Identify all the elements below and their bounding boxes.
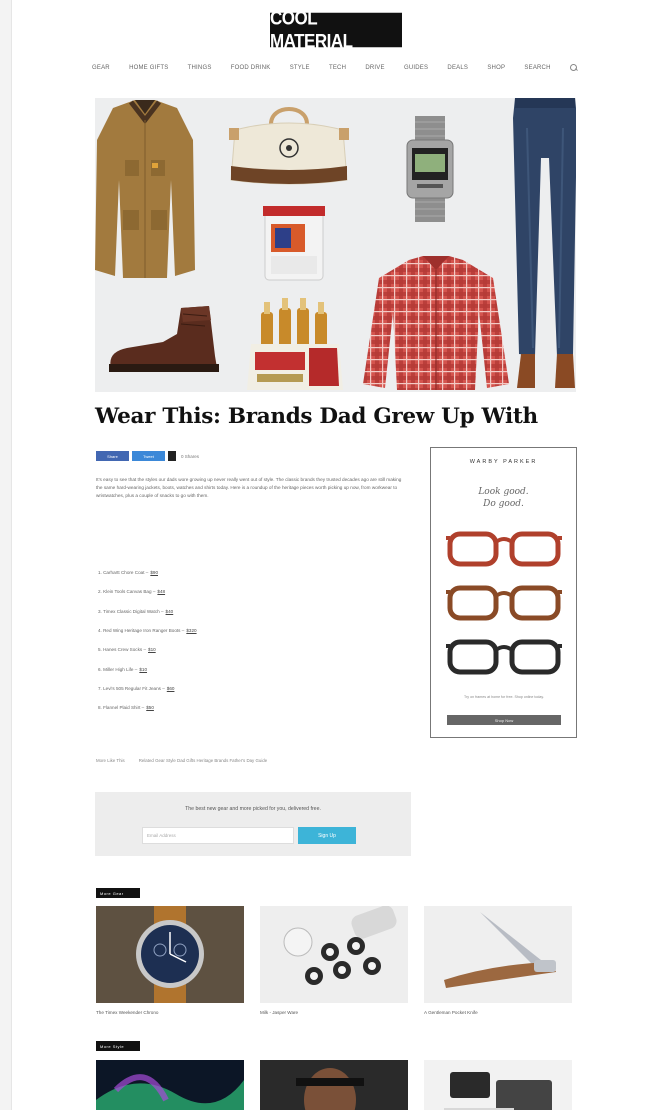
socks-package-image — [263, 206, 325, 281]
card-caption[interactable]: A Gentleman Pocket Knife — [424, 1010, 572, 1015]
newsletter-text: The best new gear and more picked for yo… — [185, 806, 321, 812]
product-price-link[interactable]: $40 — [166, 609, 174, 614]
ad-tagline-line2: Do good. — [483, 499, 524, 509]
list-item: 4. Red Wing Heritage Iron Ranger Boots –… — [98, 628, 197, 634]
sidebar-ad[interactable]: WARBY PARKER Look good. Do good. Try on … — [430, 447, 577, 738]
product-name: Miller High Life — [103, 666, 134, 672]
nav-item-deals[interactable]: Deals — [447, 65, 468, 71]
product-name: Hanes Crew Socks — [103, 647, 143, 653]
sign-up-button[interactable]: Sign Up — [298, 827, 356, 844]
pocket-knife-image — [424, 906, 572, 1003]
nav-item-drive[interactable]: Drive — [365, 65, 384, 71]
nav-item-things[interactable]: Things — [188, 65, 212, 71]
article-body: It's easy to see that the styles our dad… — [96, 477, 402, 498]
twitter-share-button[interactable]: Tweet — [132, 451, 165, 461]
ad-brand: WARBY PARKER — [469, 459, 538, 465]
glasses-red-image — [446, 531, 562, 567]
list-item: 6. Miller High Life – $10 — [98, 666, 148, 672]
list-item: 2. Klein Tools Canvas Bag – $48 — [98, 589, 166, 595]
glasses-black-image — [446, 639, 562, 675]
list-item: 8. Flannel Plaid Shirt – $50 — [98, 705, 154, 711]
ad-tagline: Look good. Do good. — [431, 486, 576, 510]
glasses-tortoise-image — [446, 585, 562, 621]
ad-fine-print: Try on frames at home for free. Shop onl… — [464, 695, 544, 699]
nav-item-gear[interactable]: Gear — [92, 65, 110, 71]
email-share-icon[interactable] — [168, 451, 176, 461]
plaid-shirt-image — [363, 256, 509, 390]
product-name: Timex Classic Digital Watch — [103, 608, 160, 614]
page-edge — [0, 0, 12, 1110]
chrono-watch-image — [96, 906, 244, 1003]
jasper-ware-image — [260, 905, 408, 1003]
nav-item-shop[interactable]: Shop — [487, 65, 505, 71]
digital-watch-image — [406, 116, 454, 222]
article-title: Wear This: Brands Dad Grew Up With — [95, 404, 538, 429]
product-price-link[interactable]: $320 — [186, 628, 196, 633]
related-card[interactable] — [96, 1060, 244, 1110]
more-like-this-link[interactable]: More Like This — [96, 758, 125, 763]
nav-item-guides[interactable]: Guides — [404, 65, 428, 71]
article-tags: More Like This Related Gear Style Dad Gi… — [96, 758, 408, 763]
chore-coat-image — [95, 100, 195, 278]
nav-item-food-drink[interactable]: Food Drink — [231, 65, 271, 71]
product-name: Red Wing Heritage Iron Ranger Boots — [103, 628, 181, 634]
product-list: 1. Carhartt Chore Coat – $90 2. Klein Too… — [98, 563, 398, 717]
denim-jeans-image — [513, 98, 576, 388]
product-name: Levi's 505 Regular Fit Jeans — [103, 685, 161, 691]
aurora-image — [96, 1060, 244, 1110]
leather-boot-image — [109, 306, 219, 372]
section-label-more-style[interactable]: More Style — [96, 1041, 140, 1051]
product-name: Klein Tools Canvas Bag — [103, 589, 152, 595]
section-label-more-gear[interactable]: More Gear — [96, 888, 140, 898]
nav-item-home-gifts[interactable]: Home Gifts — [129, 65, 168, 71]
related-card[interactable]: The Timex Weekender Chrono — [96, 906, 244, 1015]
product-name: Carhartt Chore Coat — [103, 570, 145, 576]
nav-item-search[interactable]: Search — [524, 65, 550, 71]
newsletter-signup: The best new gear and more picked for yo… — [95, 792, 411, 856]
related-card[interactable]: Milk - Jasper Ware — [260, 905, 408, 1015]
hero-image — [95, 98, 576, 392]
product-price-link[interactable]: $10 — [148, 647, 156, 652]
facebook-share-button[interactable]: Share — [96, 451, 129, 461]
product-price-link[interactable]: $90 — [150, 570, 158, 575]
beer-six-pack-image — [247, 298, 343, 390]
related-card[interactable] — [260, 1060, 408, 1110]
list-item: 7. Levi's 505 Regular Fit Jeans – $60 — [98, 685, 175, 691]
nav-item-tech[interactable]: Tech — [329, 65, 346, 71]
ad-tagline-line1: Look good. — [478, 487, 529, 497]
product-price-link[interactable]: $50 — [146, 705, 154, 710]
canvas-tool-bag-image — [229, 107, 349, 185]
site-header: COOL MATERIAL Gear Home Gifts Things Foo… — [0, 0, 663, 90]
product-price-link[interactable]: $60 — [167, 686, 175, 691]
list-item: 5. Hanes Crew Socks – $10 — [98, 647, 156, 653]
email-field[interactable]: Email Address — [142, 827, 294, 844]
card-caption[interactable]: Milk - Jasper Ware — [260, 1010, 408, 1015]
share-bar: Share Tweet 0 Shares — [96, 450, 199, 462]
card-caption[interactable]: The Timex Weekender Chrono — [96, 1010, 244, 1015]
portrait-image — [260, 1060, 408, 1110]
related-card[interactable] — [424, 1060, 572, 1110]
list-item: 1. Carhartt Chore Coat – $90 — [98, 570, 158, 576]
ad-cta-button[interactable]: Shop Now — [447, 715, 561, 725]
main-nav: Gear Home Gifts Things Food Drink Style … — [92, 60, 578, 76]
search-icon[interactable] — [569, 64, 578, 72]
share-count: 0 Shares — [181, 453, 200, 459]
related-tags-link[interactable]: Related Gear Style Dad Gifts Heritage Br… — [139, 758, 267, 763]
product-price-link[interactable]: $10 — [139, 667, 147, 672]
product-price-link[interactable]: $48 — [157, 589, 165, 594]
nav-item-style[interactable]: Style — [290, 65, 310, 71]
list-item: 3. Timex Classic Digital Watch – $40 — [98, 608, 174, 614]
product-name: Flannel Plaid Shirt — [103, 705, 141, 711]
related-card[interactable]: A Gentleman Pocket Knife — [424, 906, 572, 1015]
desk-gadget-image — [424, 1060, 572, 1110]
site-logo[interactable]: COOL MATERIAL — [270, 7, 402, 52]
